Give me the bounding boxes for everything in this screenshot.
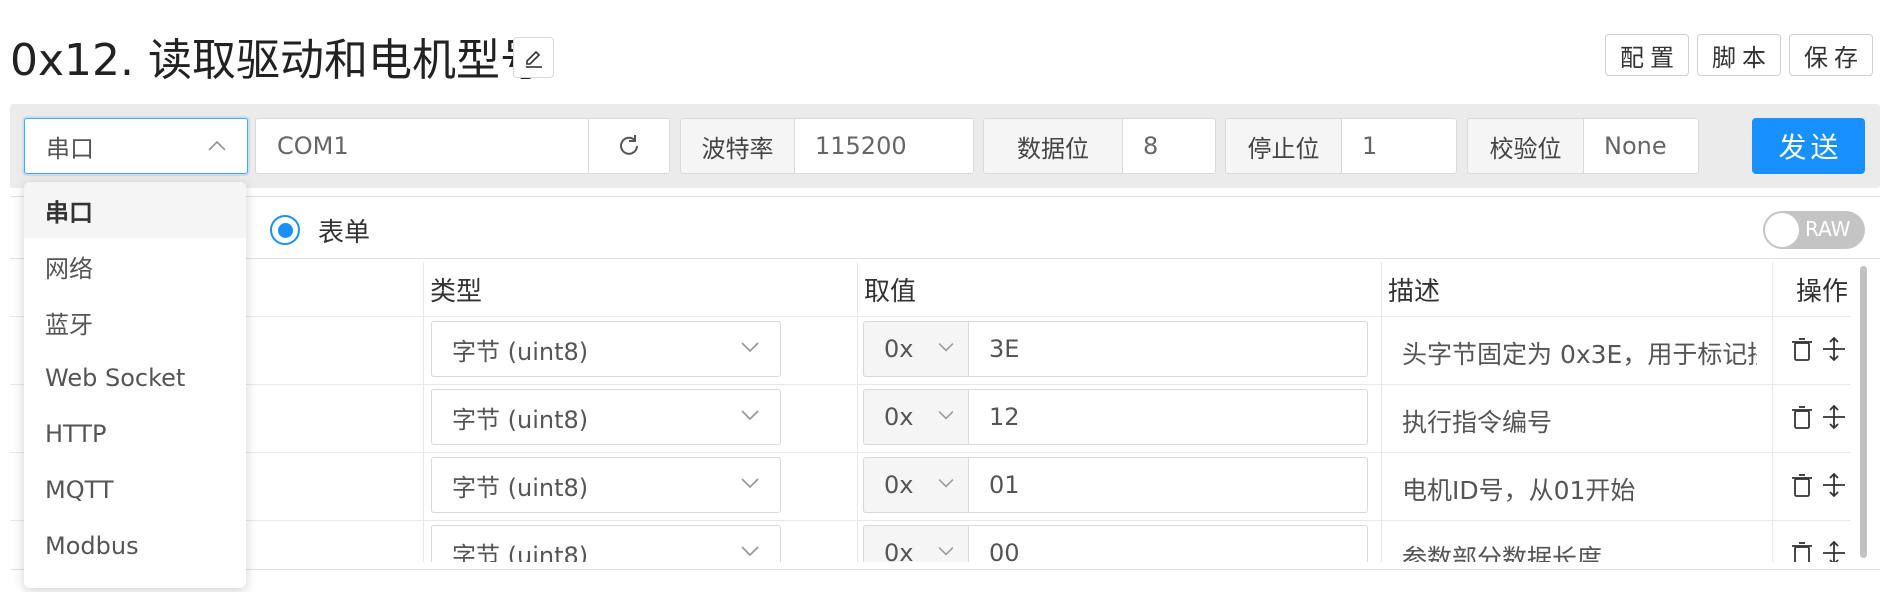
type-select[interactable]: 字节 (uint8): [431, 525, 781, 562]
description-text[interactable]: 参数部分数据长度: [1402, 539, 1757, 562]
edit-icon: [525, 50, 542, 68]
chevron-down-icon: [938, 411, 954, 420]
column-header-description: 描述: [1388, 276, 1441, 307]
type-select[interactable]: 字节 (uint8): [431, 389, 781, 445]
parity-label: 校验位: [1467, 118, 1584, 174]
raw-toggle-label: RAW: [1805, 217, 1851, 241]
value-prefix-text: 0x: [884, 335, 914, 363]
port-input[interactable]: COM1: [255, 118, 589, 174]
chevron-down-icon: [938, 479, 954, 488]
dropdown-option-network[interactable]: 网络: [24, 238, 246, 294]
chevron-down-icon: [741, 410, 759, 421]
dropdown-option-http[interactable]: HTTP: [24, 406, 246, 462]
form-mode-label: 表单: [318, 218, 371, 248]
chevron-down-icon: [938, 343, 954, 352]
drag-handle-icon[interactable]: [1821, 472, 1847, 498]
dropdown-option-serial[interactable]: 串口: [24, 182, 246, 238]
drag-handle-icon[interactable]: [1821, 336, 1847, 362]
type-select[interactable]: 字节 (uint8): [431, 321, 781, 377]
value-input[interactable]: 12: [968, 389, 1368, 445]
value-prefix-text: 0x: [884, 403, 914, 431]
drag-handle-icon[interactable]: [1821, 404, 1847, 430]
dropdown-option-modbus[interactable]: Modbus: [24, 518, 246, 574]
value-prefix-select[interactable]: 0x: [863, 457, 969, 513]
delete-icon[interactable]: [1790, 541, 1814, 562]
type-select-value: 字节 (uint8): [452, 405, 589, 434]
value-prefix-select[interactable]: 0x: [863, 525, 969, 562]
stop-bits-label: 停止位: [1225, 118, 1342, 174]
chevron-down-icon: [938, 547, 954, 556]
connection-type-dropdown: 串口 网络 蓝牙 Web Socket HTTP MQTT Modbus: [24, 182, 246, 588]
chevron-down-icon: [741, 546, 759, 557]
column-header-type: 类型: [430, 276, 483, 307]
chevron-up-icon: [208, 140, 226, 151]
description-text[interactable]: 执行指令编号: [1402, 403, 1757, 439]
value-input[interactable]: 00: [968, 525, 1368, 562]
save-button[interactable]: 保存: [1789, 34, 1873, 76]
toolbar-divider: [10, 196, 1880, 197]
column-header-actions: 操作: [1796, 276, 1849, 307]
row-separator: [10, 452, 1850, 453]
row-separator: [10, 520, 1850, 521]
refresh-ports-button[interactable]: [588, 118, 670, 174]
delete-icon[interactable]: [1790, 337, 1814, 363]
data-bits-input[interactable]: 8: [1122, 118, 1216, 174]
column-separator: [1772, 262, 1773, 562]
row-separator: [10, 316, 1850, 317]
chevron-down-icon: [741, 342, 759, 353]
row-separator: [10, 384, 1850, 385]
mode-divider: [10, 258, 1880, 259]
baud-rate-label: 波特率: [680, 118, 795, 174]
radio-dot: [277, 222, 293, 238]
fields-table: 类型 取值 描述 操作 字节 (uint8) 0x 3E 头字节固定为 0x3E…: [10, 262, 1850, 562]
connection-type-value: 串口: [46, 134, 94, 163]
refresh-icon: [620, 135, 638, 155]
column-separator: [423, 262, 424, 562]
baud-rate-input[interactable]: 115200: [794, 118, 974, 174]
parity-input[interactable]: None: [1583, 118, 1699, 174]
description-text[interactable]: 头字节固定为 0x3E，用于标记拼: [1402, 335, 1757, 371]
delete-icon[interactable]: [1790, 405, 1814, 431]
raw-toggle[interactable]: RAW: [1763, 211, 1865, 249]
script-button[interactable]: 脚本: [1697, 34, 1781, 76]
column-header-value: 取值: [864, 276, 917, 307]
page-title: 0x12. 读取驱动和电机型号: [10, 35, 544, 86]
form-mode-radio[interactable]: [270, 215, 300, 245]
type-select-value: 字节 (uint8): [452, 337, 589, 366]
dropdown-option-bluetooth[interactable]: 蓝牙: [24, 294, 246, 350]
edit-title-button[interactable]: [513, 37, 554, 78]
stop-bits-input[interactable]: 1: [1341, 118, 1457, 174]
dropdown-option-websocket[interactable]: Web Socket: [24, 350, 246, 406]
connection-type-select[interactable]: 串口: [24, 118, 248, 174]
value-prefix-text: 0x: [884, 539, 914, 562]
value-input[interactable]: 01: [968, 457, 1368, 513]
drag-handle-icon[interactable]: [1821, 540, 1847, 562]
config-button[interactable]: 配置: [1605, 34, 1689, 76]
bottom-divider: [10, 569, 1880, 570]
value-input[interactable]: 3E: [968, 321, 1368, 377]
description-text[interactable]: 电机ID号，从01开始: [1402, 471, 1757, 507]
type-select-value: 字节 (uint8): [452, 473, 589, 502]
type-select[interactable]: 字节 (uint8): [431, 457, 781, 513]
data-bits-label: 数据位: [983, 118, 1123, 174]
toggle-knob: [1765, 213, 1799, 247]
send-button[interactable]: 发送: [1752, 118, 1865, 174]
delete-icon[interactable]: [1790, 473, 1814, 499]
type-select-value: 字节 (uint8): [452, 541, 589, 563]
value-prefix-text: 0x: [884, 471, 914, 499]
dropdown-option-mqtt[interactable]: MQTT: [24, 462, 246, 518]
table-scrollbar[interactable]: [1860, 266, 1867, 558]
column-separator: [857, 262, 858, 562]
value-prefix-select[interactable]: 0x: [863, 321, 969, 377]
column-separator: [1381, 262, 1382, 562]
value-prefix-select[interactable]: 0x: [863, 389, 969, 445]
chevron-down-icon: [741, 478, 759, 489]
